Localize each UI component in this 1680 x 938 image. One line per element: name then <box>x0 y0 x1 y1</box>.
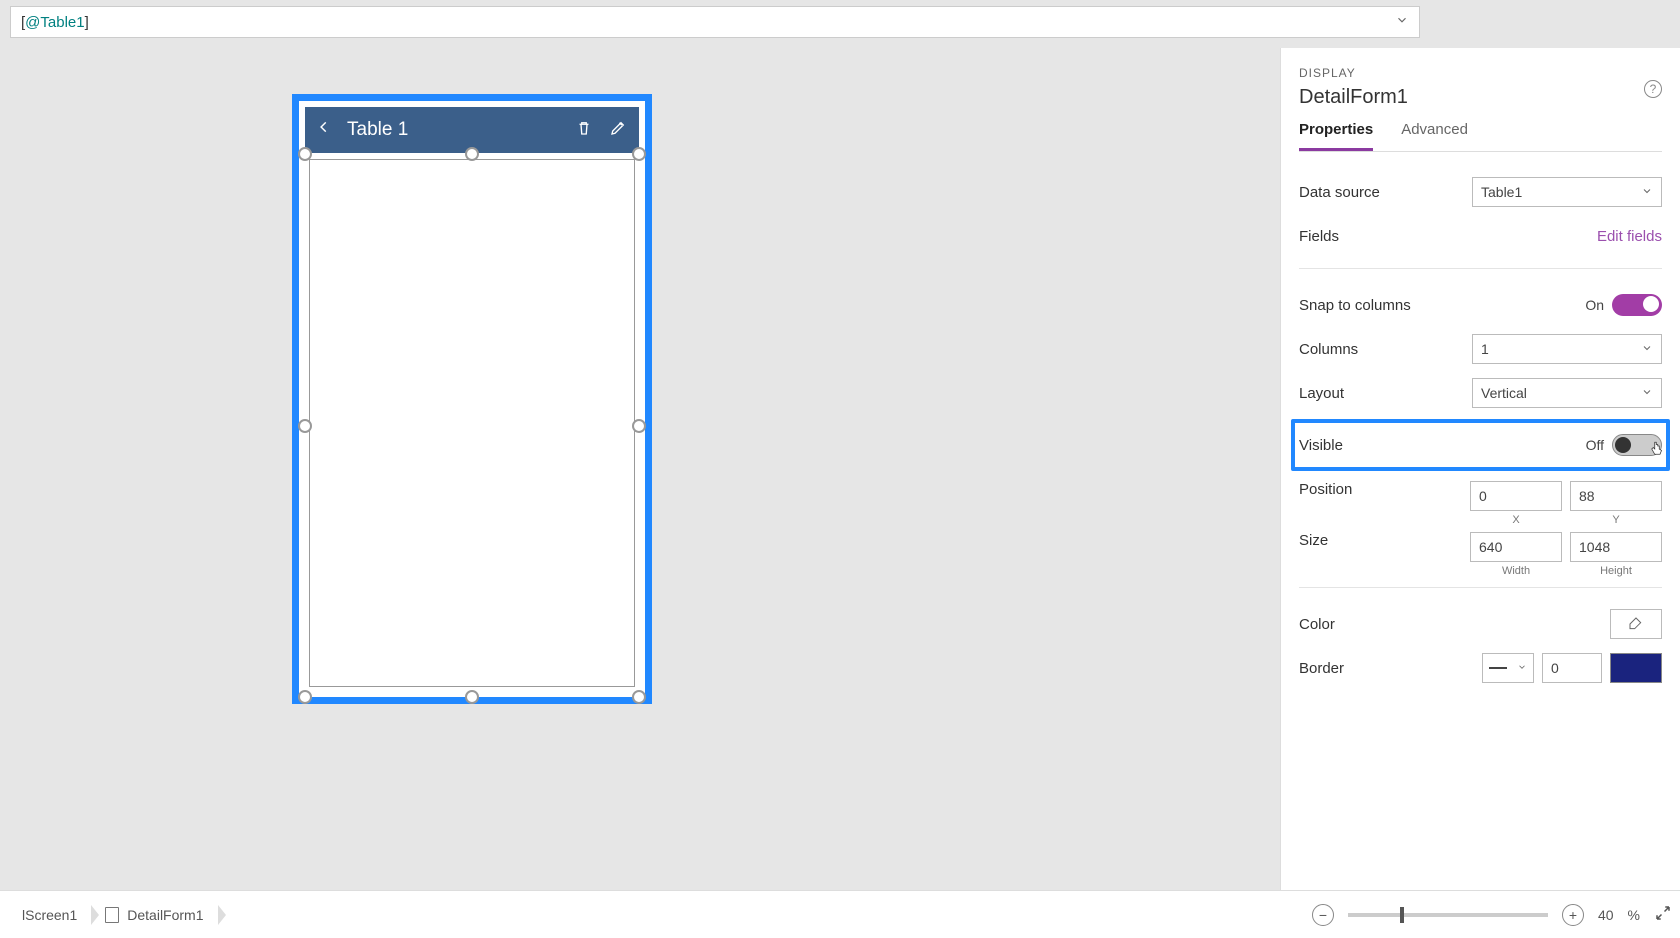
section-label: DISPLAY <box>1299 66 1662 80</box>
columns-value: 1 <box>1481 341 1489 357</box>
formula-bar[interactable]: [ @ Table1 ] <box>10 6 1420 38</box>
breadcrumb-form[interactable]: DetailForm1 <box>91 901 217 929</box>
label-snap: Snap to columns <box>1299 297 1585 314</box>
prop-position: Position X Y <box>1299 475 1662 526</box>
data-source-select[interactable]: Table1 <box>1472 177 1662 207</box>
resize-handle[interactable] <box>632 147 646 161</box>
resize-handle[interactable] <box>632 419 646 433</box>
prop-snap-to-columns: Snap to columns On <box>1299 283 1662 327</box>
resize-handle[interactable] <box>465 690 479 704</box>
breadcrumb-form-label: DetailForm1 <box>127 907 203 923</box>
prop-fields: Fields Edit fields <box>1299 214 1662 258</box>
prop-border: Border <box>1299 646 1662 690</box>
breadcrumb-screen[interactable]: lScreen1 <box>8 901 91 929</box>
border-width-input[interactable] <box>1542 653 1602 683</box>
formula-at: @ <box>25 14 40 31</box>
prop-layout: Layout Vertical <box>1299 371 1662 415</box>
back-icon[interactable] <box>317 117 331 143</box>
resize-handle[interactable] <box>298 147 312 161</box>
prop-visible: Visible Off <box>1299 427 1662 463</box>
prop-color: Color <box>1299 602 1662 646</box>
resize-handle[interactable] <box>298 690 312 704</box>
selected-form-frame[interactable]: Table 1 <box>292 94 652 704</box>
visible-state-label: Off <box>1586 437 1604 453</box>
color-picker-button[interactable] <box>1610 609 1662 639</box>
zoom-controls: − + 40 % <box>1312 904 1672 926</box>
tab-advanced[interactable]: Advanced <box>1401 121 1468 151</box>
size-width-input[interactable] <box>1470 532 1562 562</box>
resize-handle[interactable] <box>465 147 479 161</box>
panel-tabs: Properties Advanced <box>1299 121 1662 152</box>
chevron-down-icon <box>1517 662 1527 675</box>
design-canvas[interactable]: Table 1 <box>0 48 1048 890</box>
label-layout: Layout <box>1299 385 1472 402</box>
position-x-input[interactable] <box>1470 481 1562 511</box>
chevron-down-icon <box>1641 342 1653 357</box>
zoom-unit: % <box>1628 907 1640 923</box>
label-border: Border <box>1299 660 1482 677</box>
properties-panel: DISPLAY DetailForm1 ? Properties Advance… <box>1280 48 1680 890</box>
formula-table-name: Table1 <box>40 14 84 31</box>
zoom-out-button[interactable]: − <box>1312 904 1334 926</box>
border-line-icon <box>1489 667 1507 669</box>
prop-data-source: Data source Table1 <box>1299 170 1662 214</box>
zoom-slider[interactable] <box>1348 913 1548 917</box>
label-columns: Columns <box>1299 341 1472 358</box>
zoom-in-button[interactable]: + <box>1562 904 1584 926</box>
border-style-select[interactable] <box>1482 653 1534 683</box>
size-height-input[interactable] <box>1570 532 1662 562</box>
resize-handle[interactable] <box>632 690 646 704</box>
visible-toggle[interactable] <box>1612 434 1662 456</box>
zoom-slider-thumb[interactable] <box>1400 907 1404 923</box>
prop-size: Size Width Height <box>1299 526 1662 577</box>
divider <box>1299 587 1662 588</box>
label-color: Color <box>1299 616 1610 633</box>
label-visible: Visible <box>1299 437 1586 454</box>
screen-title: Table 1 <box>347 119 559 141</box>
position-y-sublabel: Y <box>1612 514 1619 526</box>
resize-handle[interactable] <box>298 419 312 433</box>
formula-close-bracket: ] <box>85 14 89 31</box>
chevron-down-icon <box>1641 185 1653 200</box>
help-icon[interactable]: ? <box>1644 80 1662 98</box>
object-name: DetailForm1 <box>1299 86 1662 109</box>
edit-fields-link[interactable]: Edit fields <box>1597 228 1662 245</box>
breadcrumb-screen-label: lScreen1 <box>22 907 77 923</box>
snap-toggle[interactable] <box>1612 294 1662 316</box>
size-height-sublabel: Height <box>1600 565 1632 577</box>
fullscreen-icon[interactable] <box>1654 904 1672 925</box>
layout-select[interactable]: Vertical <box>1472 378 1662 408</box>
form-body[interactable] <box>309 159 635 687</box>
label-fields: Fields <box>1299 228 1597 245</box>
formula-expand-icon[interactable] <box>1395 13 1409 31</box>
label-data-source: Data source <box>1299 184 1472 201</box>
status-bar: lScreen1 DetailForm1 − + 40 % <box>0 890 1680 938</box>
tab-properties[interactable]: Properties <box>1299 121 1373 151</box>
position-x-sublabel: X <box>1512 514 1519 526</box>
visible-highlight: Visible Off <box>1291 419 1670 471</box>
label-position: Position <box>1299 481 1470 498</box>
prop-columns: Columns 1 <box>1299 327 1662 371</box>
chevron-down-icon <box>1641 386 1653 401</box>
columns-select[interactable]: 1 <box>1472 334 1662 364</box>
edit-icon[interactable] <box>609 119 627 142</box>
document-icon <box>105 907 119 923</box>
data-source-value: Table1 <box>1481 184 1522 200</box>
position-y-input[interactable] <box>1570 481 1662 511</box>
label-size: Size <box>1299 532 1470 549</box>
size-width-sublabel: Width <box>1502 565 1530 577</box>
snap-state-label: On <box>1585 297 1604 313</box>
layout-value: Vertical <box>1481 385 1527 401</box>
border-color-swatch[interactable] <box>1610 653 1662 683</box>
trash-icon[interactable] <box>575 119 593 142</box>
divider <box>1299 268 1662 269</box>
zoom-value: 40 <box>1598 907 1614 923</box>
